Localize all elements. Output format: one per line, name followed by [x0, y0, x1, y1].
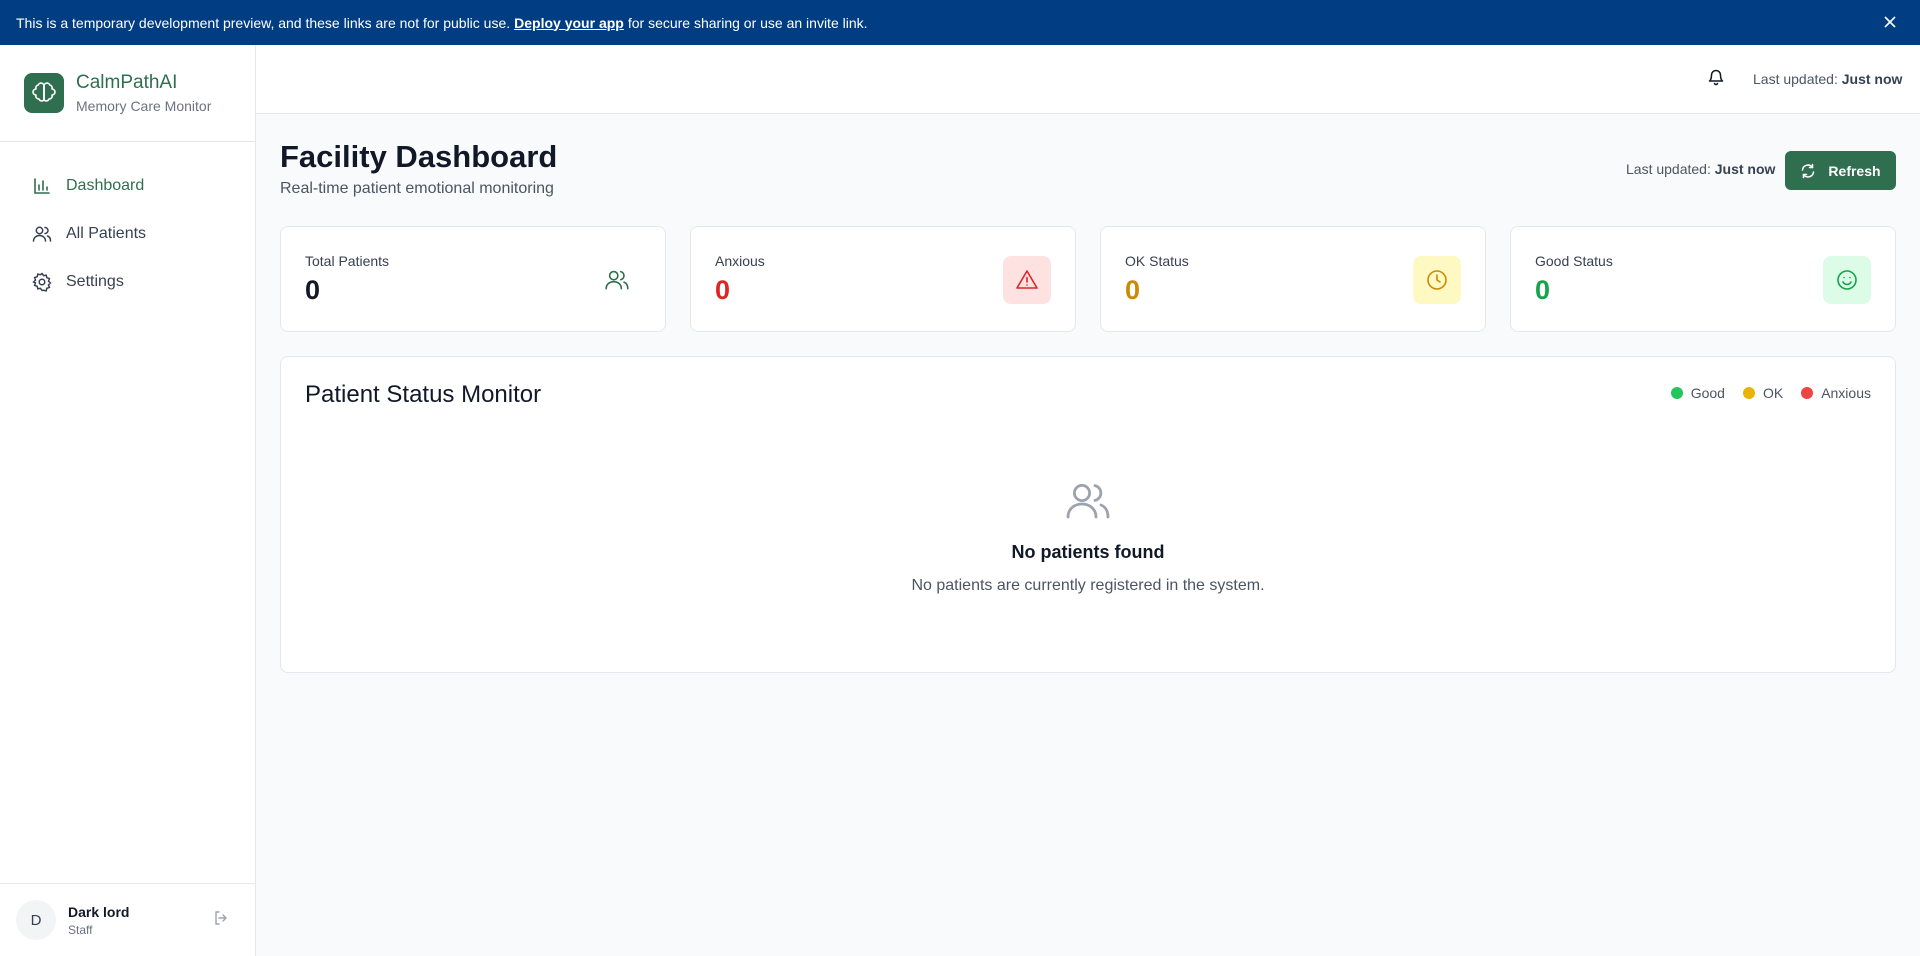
sidebar-item-dashboard[interactable]: Dashboard [0, 162, 255, 210]
stat-value: 0 [1535, 275, 1551, 305]
stat-card-total-patients: Total Patients 0 [280, 226, 666, 332]
brand-name: CalmPathAI [76, 72, 178, 93]
sidebar: CalmPathAI Memory Care Monitor Dashboard… [0, 45, 256, 956]
user-name: Dark lord [68, 903, 130, 920]
legend-good: Good [1670, 385, 1725, 401]
legend-anxious: Anxious [1801, 385, 1871, 401]
stat-label: Anxious [715, 253, 765, 269]
clock-icon [1413, 256, 1461, 304]
stat-label: OK Status [1125, 253, 1189, 269]
deploy-app-link[interactable]: Deploy your app [514, 15, 624, 31]
users-icon [593, 256, 641, 304]
stat-value: 0 [305, 275, 321, 305]
legend-ok: OK [1742, 385, 1783, 401]
stat-card-ok-status: OK Status 0 [1100, 226, 1486, 332]
banner-text-suffix: for secure sharing or use an invite link… [627, 14, 868, 31]
stat-card-good-status: Good Status 0 [1510, 226, 1896, 332]
main-content: Facility Dashboard Real-time patient emo… [256, 114, 1920, 956]
refresh-button[interactable]: Refresh [1785, 151, 1896, 190]
brand-subtitle: Memory Care Monitor [76, 98, 212, 114]
users-icon [32, 226, 52, 242]
logout-icon[interactable] [213, 910, 229, 931]
stat-card-anxious: Anxious 0 [690, 226, 1076, 332]
bell-icon[interactable] [1707, 68, 1725, 91]
brand: CalmPathAI Memory Care Monitor [0, 45, 255, 142]
stat-value: 0 [1125, 275, 1141, 305]
monitor-title: Patient Status Monitor [305, 381, 542, 408]
sidebar-item-settings[interactable]: Settings [0, 258, 255, 306]
gear-icon [32, 272, 52, 292]
stat-label: Good Status [1535, 253, 1613, 269]
empty-title: No patients found [1011, 542, 1165, 562]
user-profile: D Dark lord Staff [0, 883, 255, 956]
alert-triangle-icon [1003, 256, 1051, 304]
bar-chart-icon [34, 178, 50, 194]
empty-text: No patients are currently registered in … [911, 577, 1265, 594]
patient-status-monitor: Patient Status Monitor Good OK Anxious N… [280, 356, 1896, 673]
dev-preview-banner: This is a temporary development preview,… [0, 0, 1920, 45]
avatar: D [16, 900, 56, 940]
refresh-label: Refresh [1828, 162, 1881, 179]
sidebar-item-all-patients[interactable]: All Patients [0, 210, 255, 258]
page-subtitle: Real-time patient emotional monitoring [280, 180, 554, 197]
brain-icon [24, 73, 64, 113]
sidebar-item-label: Settings [66, 273, 124, 290]
smile-icon [1823, 256, 1871, 304]
empty-state: No patients found No patients are curren… [281, 477, 1895, 595]
sidebar-item-label: All Patients [66, 225, 147, 242]
page-last-updated: Last updated: Just now [1626, 161, 1776, 177]
page-title: Facility Dashboard [280, 139, 558, 174]
banner-text: This is a temporary development preview,… [16, 14, 511, 31]
stat-value: 0 [715, 275, 731, 305]
users-icon [1064, 483, 1112, 529]
status-legend: Good OK Anxious [1653, 385, 1871, 401]
legend-dot [1742, 387, 1755, 399]
user-role: Staff [68, 922, 93, 937]
close-icon[interactable] [1880, 12, 1900, 32]
refresh-icon [1802, 163, 1815, 178]
legend-dot [1670, 387, 1683, 399]
sidebar-nav: Dashboard All Patients Settings [0, 142, 255, 306]
sidebar-item-label: Dashboard [66, 177, 145, 194]
stat-label: Total Patients [305, 253, 390, 269]
topbar-last-updated: Last updated: Just now [1753, 71, 1903, 87]
legend-dot [1801, 387, 1814, 399]
top-bar: Last updated: Just now [256, 45, 1920, 114]
